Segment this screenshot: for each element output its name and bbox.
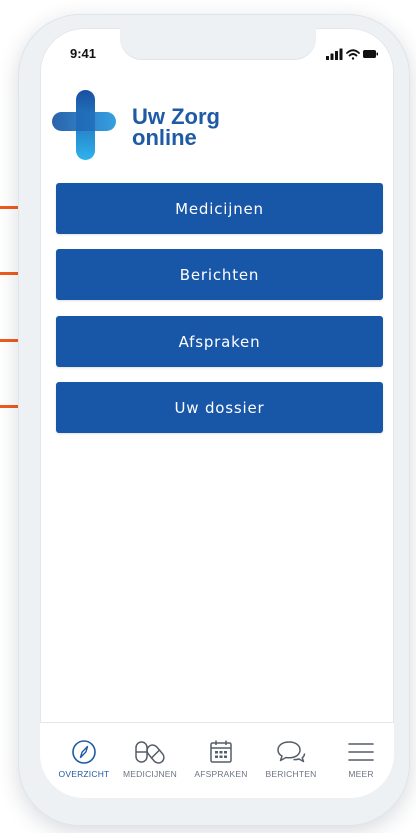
signal-icon xyxy=(326,48,343,60)
tab-label: OVERZICHT xyxy=(58,769,110,779)
calendar-icon xyxy=(210,740,232,763)
tab-medicijnen[interactable]: MEDICIJNEN xyxy=(115,739,185,779)
tab-label: AFSPRAKEN xyxy=(194,769,248,779)
tab-berichten[interactable]: BERICHTEN xyxy=(256,739,326,779)
bottom-tab-bar: OVERZICHT MEDICIJNEN AFSPRAKEN BERICHTEN… xyxy=(40,722,394,798)
brand-line-2: online xyxy=(132,125,197,150)
tab-afspraken[interactable]: AFSPRAKEN xyxy=(186,739,256,779)
berichten-button[interactable]: Berichten xyxy=(56,249,383,300)
uw-dossier-button[interactable]: Uw dossier xyxy=(56,382,383,433)
tab-meer[interactable]: MEER xyxy=(326,739,394,779)
hamburger-icon xyxy=(348,743,374,761)
phone-notch xyxy=(120,28,316,60)
brand-line-1: Uw Zorg xyxy=(132,104,220,129)
tab-overzicht[interactable]: OVERZICHT xyxy=(49,739,119,779)
tab-label: MEER xyxy=(348,769,374,779)
chat-bubbles-icon xyxy=(277,741,306,763)
tab-label: BERICHTEN xyxy=(265,769,317,779)
wifi-icon xyxy=(346,49,360,60)
medicijnen-button[interactable]: Medicijnen xyxy=(56,183,383,234)
afspraken-button[interactable]: Afspraken xyxy=(56,316,383,367)
uw-zorg-logo xyxy=(52,90,116,160)
tab-label: MEDICIJNEN xyxy=(123,769,177,779)
status-time: 9:41 xyxy=(70,46,97,61)
pills-icon xyxy=(135,741,165,764)
brand-name: Uw Zorg online xyxy=(132,104,220,150)
compass-icon xyxy=(72,740,96,764)
app-screen: 9:41 Uw Zorg online Medicijnen Berichten… xyxy=(40,28,394,798)
status-icons xyxy=(326,48,378,60)
battery-icon xyxy=(363,50,378,58)
